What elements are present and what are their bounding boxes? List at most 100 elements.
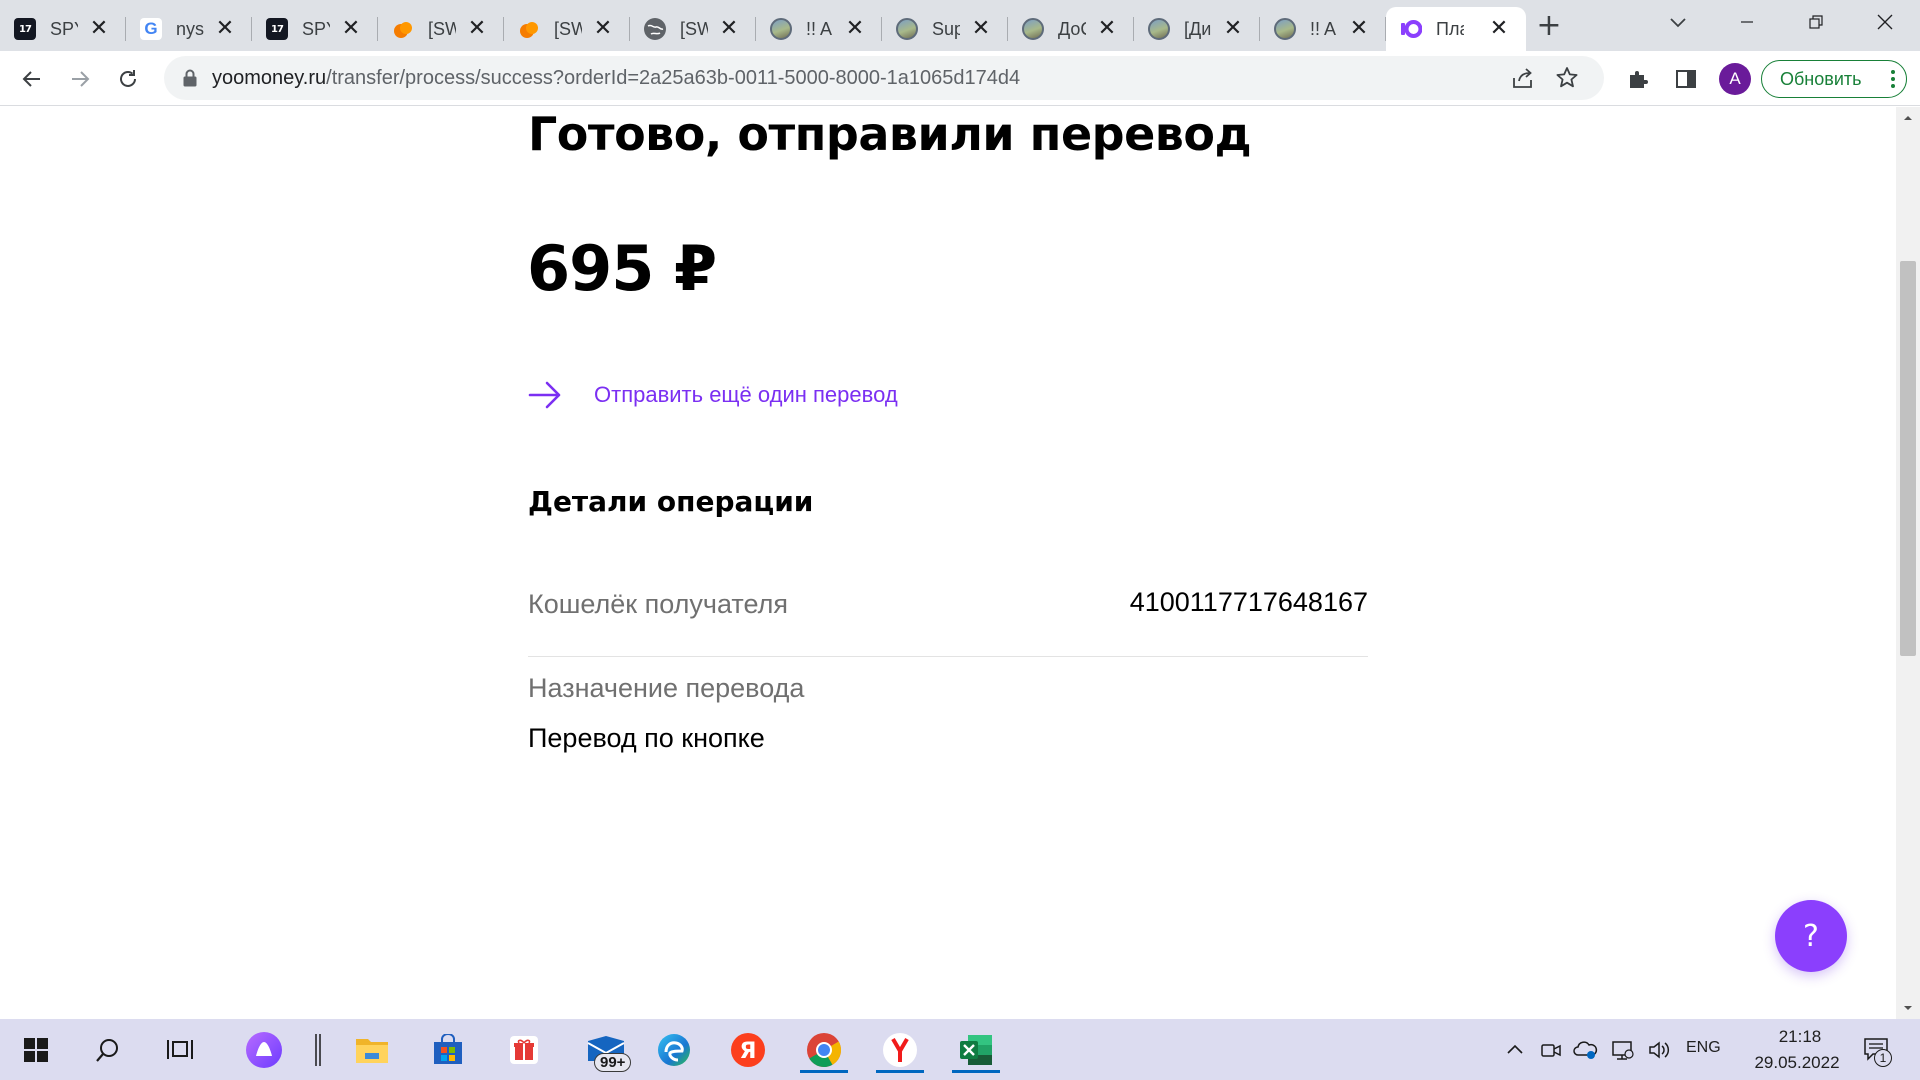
arrow-right-icon	[528, 381, 561, 409]
page-title: Готово, отправили перевод	[528, 107, 1252, 161]
close-tab-icon[interactable]: ✕	[592, 18, 614, 40]
file-explorer-button[interactable]	[348, 1027, 396, 1073]
url-text[interactable]: yoomoney.ru/transfer/process/success?ord…	[212, 67, 1020, 90]
close-tab-icon[interactable]: ✕	[340, 18, 362, 40]
orange-drop-icon	[394, 22, 412, 38]
arrow-left-icon	[22, 71, 40, 87]
recipient-wallet-row: Кошелёк получателя 4100117717648167	[528, 585, 1368, 657]
help-button[interactable]: ?	[1775, 900, 1847, 972]
start-button[interactable]	[12, 1027, 60, 1073]
chrome-taskbar-button[interactable]	[800, 1027, 848, 1073]
store-icon	[434, 1034, 462, 1064]
operation-details-heading: Детали операции	[528, 485, 814, 518]
forward-button[interactable]	[64, 63, 96, 95]
gift-app-button[interactable]	[500, 1027, 548, 1073]
close-tab-icon[interactable]: ✕	[1096, 18, 1118, 40]
page-scrollbar[interactable]	[1896, 107, 1920, 1019]
network-icon	[1612, 1041, 1634, 1060]
reload-button[interactable]	[112, 63, 144, 95]
yandex-app-button[interactable]	[876, 1027, 924, 1073]
address-bar[interactable]: yoomoney.ru/transfer/process/success?ord…	[164, 56, 1604, 100]
bookmark-star-icon[interactable]	[1554, 65, 1580, 91]
tab-search-icon[interactable]	[1666, 10, 1690, 34]
meet-now-button[interactable]	[1538, 1037, 1564, 1063]
tab[interactable]: !! A ✕	[1260, 7, 1386, 51]
tab[interactable]: [SW ✕	[630, 7, 756, 51]
minimize-button[interactable]	[1713, 0, 1781, 44]
tab[interactable]: [Ди ✕	[1134, 7, 1260, 51]
tab[interactable]: !! A ✕	[756, 7, 882, 51]
restore-button[interactable]	[1782, 0, 1850, 44]
tab[interactable]: [SW ✕	[504, 7, 630, 51]
browser-toolbar: yoomoney.ru/transfer/process/success?ord…	[0, 51, 1920, 106]
extensions-button[interactable]	[1622, 63, 1654, 95]
chrome-icon	[807, 1033, 841, 1067]
transfer-amount: 695 ₽	[527, 232, 717, 305]
close-tab-icon[interactable]: ✕	[718, 18, 740, 40]
clock-date[interactable]: 29.05.2022	[1740, 1053, 1854, 1073]
yandex-browser-button[interactable]: Я	[724, 1027, 772, 1073]
back-button[interactable]	[16, 63, 48, 95]
onedrive-button[interactable]	[1572, 1037, 1598, 1063]
close-tab-icon[interactable]: ✕	[88, 18, 110, 40]
profile-avatar[interactable]: A	[1719, 63, 1751, 95]
url-path: /transfer/process/success?orderId=2a25a6…	[326, 67, 1021, 89]
tab-title: !! A	[1310, 18, 1337, 39]
tab[interactable]: Sup ✕	[882, 7, 1008, 51]
tab[interactable]: [SW ✕	[378, 7, 504, 51]
volume-button[interactable]	[1646, 1037, 1672, 1063]
task-view-button[interactable]	[156, 1027, 204, 1073]
scroll-down-icon[interactable]	[1896, 999, 1920, 1017]
scrollbar-thumb[interactable]	[1900, 261, 1916, 656]
tab[interactable]: 17 SPY ✕	[252, 7, 378, 51]
new-tab-button[interactable]: +	[1533, 11, 1565, 43]
tab-strip: 17SPY✕Gnyse✕17SPY✕[SW✕[SW✕[SW✕!! A✕Sup✕Д…	[0, 0, 1920, 51]
close-tab-icon[interactable]: ✕	[1348, 18, 1370, 40]
tradingview-icon: 17	[266, 18, 288, 40]
share-icon[interactable]	[1510, 66, 1536, 92]
microsoft-store-button[interactable]	[424, 1027, 472, 1073]
update-button-label: Обновить	[1780, 68, 1862, 89]
more-menu-icon[interactable]	[1890, 69, 1896, 89]
chevron-up-icon	[1507, 1044, 1523, 1054]
tab[interactable]: 17 SPY ✕	[0, 7, 126, 51]
tab-active[interactable]: Пла ✕	[1386, 7, 1526, 51]
tradingview-icon: 17	[14, 18, 36, 40]
tab[interactable]: ДоС ✕	[1008, 7, 1134, 51]
input-language-indicator[interactable]: ENG	[1686, 1039, 1721, 1057]
show-hidden-icons-button[interactable]	[1502, 1037, 1528, 1063]
close-tab-icon[interactable]: ✕	[214, 18, 236, 40]
close-tab-icon[interactable]: ✕	[844, 18, 866, 40]
close-tab-icon[interactable]: ✕	[466, 18, 488, 40]
taskbar-search-button[interactable]	[84, 1027, 132, 1073]
close-tab-icon[interactable]: ✕	[970, 18, 992, 40]
running-app-indicator	[952, 1070, 1000, 1073]
side-panel-button[interactable]	[1670, 63, 1702, 95]
pen-icon[interactable]	[300, 1027, 336, 1073]
edge-browser-button[interactable]	[650, 1027, 698, 1073]
send-another-transfer-link[interactable]: Отправить ещё один перевод	[528, 375, 898, 415]
picture-icon	[1148, 18, 1170, 40]
scroll-up-icon[interactable]	[1896, 109, 1920, 127]
alice-assistant-button[interactable]	[240, 1027, 288, 1073]
close-tab-icon[interactable]: ✕	[1488, 18, 1510, 40]
close-tab-icon[interactable]: ✕	[1222, 18, 1244, 40]
notification-center-button[interactable]: 1	[1860, 1037, 1894, 1067]
arrow-right-icon	[72, 71, 90, 87]
network-button[interactable]	[1610, 1037, 1636, 1063]
tab[interactable]: Gnyse ✕	[126, 7, 252, 51]
mail-button[interactable]: 99+	[576, 1027, 636, 1073]
excel-button[interactable]	[952, 1027, 1000, 1073]
update-button[interactable]: Обновить	[1761, 60, 1907, 98]
lock-icon[interactable]	[182, 69, 198, 87]
transfer-purpose-label: Назначение перевода	[528, 673, 805, 703]
picture-icon	[1274, 18, 1296, 40]
orange-drop-icon	[520, 22, 538, 38]
yoomoney-icon	[1401, 20, 1422, 38]
windows-taskbar: 99+ Я ENG 21:18 29.05.2022 1	[0, 1019, 1920, 1080]
mail-badge: 99+	[594, 1053, 632, 1072]
clock-time[interactable]: 21:18	[1760, 1027, 1840, 1047]
camera-icon	[1541, 1044, 1561, 1057]
tab-title: [SW	[428, 18, 456, 39]
close-window-button[interactable]	[1851, 0, 1919, 44]
